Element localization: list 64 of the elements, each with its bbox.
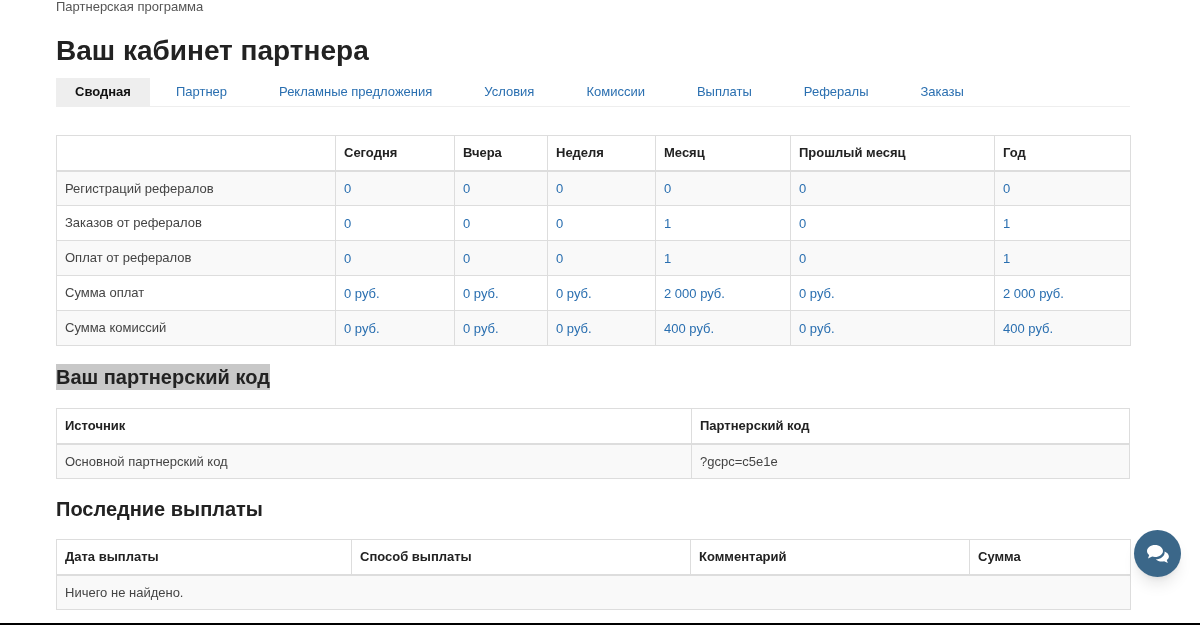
stat-link[interactable]: 400 руб. xyxy=(1003,321,1054,336)
table-cell: Основной партнерский код xyxy=(56,443,692,479)
row-label: Сумма оплат xyxy=(56,275,336,311)
section-heading: Ваш партнерский код xyxy=(56,364,270,390)
stat-link[interactable]: 0 xyxy=(463,251,471,266)
stat-link[interactable]: 0 xyxy=(1003,181,1011,197)
row-label: Регистраций рефералов xyxy=(56,170,336,206)
chat-button[interactable] xyxy=(1134,530,1181,577)
stat-link[interactable]: 0 xyxy=(799,181,807,197)
stat-link[interactable]: 1 xyxy=(664,251,672,266)
stat-link[interactable]: 0 xyxy=(556,216,564,231)
tab[interactable]: Выплаты xyxy=(670,78,778,106)
tab[interactable]: Рекламные предложения xyxy=(253,78,459,106)
row-label: Сумма комиссий xyxy=(56,310,336,346)
column-header: Комментарий xyxy=(690,539,970,575)
stat-link[interactable]: 0 xyxy=(463,216,471,231)
table-cell: ?gcpc=c5e1e xyxy=(691,443,1130,479)
stat-link[interactable]: 0 руб. xyxy=(556,286,592,301)
stat-link[interactable]: 0 xyxy=(344,216,352,231)
tab[interactable]: Заказы xyxy=(894,78,990,106)
stat-link[interactable]: 0 xyxy=(344,251,352,266)
column-header: Источник xyxy=(56,408,692,444)
column-header: Способ выплаты xyxy=(351,539,691,575)
tab[interactable]: Комиссии xyxy=(560,78,671,106)
stat-link[interactable]: 0 руб. xyxy=(556,321,592,336)
stat-link[interactable]: 0 руб. xyxy=(344,321,380,336)
column-header: Партнерский код xyxy=(691,408,1130,444)
stat-link[interactable]: 0 руб. xyxy=(799,286,835,301)
tab[interactable]: Сводная xyxy=(56,78,150,106)
page-title: Ваш кабинет партнера xyxy=(56,34,370,68)
column-header: Дата выплаты xyxy=(56,539,352,575)
stat-link[interactable]: 0 xyxy=(463,181,471,197)
stat-link[interactable]: 0 xyxy=(799,216,807,231)
stat-link[interactable]: 400 руб. xyxy=(664,321,715,336)
stat-link[interactable]: 1 xyxy=(1003,216,1011,231)
stat-link[interactable]: 2 000 руб. xyxy=(664,286,725,301)
stat-link[interactable]: 1 xyxy=(1003,251,1011,266)
stat-link[interactable]: 0 xyxy=(556,251,564,266)
tab[interactable]: Рефералы xyxy=(777,78,895,106)
stat-link[interactable]: 0 руб. xyxy=(344,286,380,301)
row-label: Оплат от рефералов xyxy=(56,240,336,276)
stat-link[interactable]: 0 xyxy=(556,181,564,197)
breadcrumb: Партнерская программа xyxy=(56,0,205,14)
tab[interactable]: Условия xyxy=(458,78,561,106)
column-header: Месяц xyxy=(655,135,791,171)
chat-bubbles-icon xyxy=(1145,543,1170,564)
stat-link[interactable]: 2 000 руб. xyxy=(1003,286,1064,301)
tab[interactable]: Партнер xyxy=(149,78,254,106)
empty-message: Ничего не найдено. xyxy=(56,574,1131,610)
section-heading: Последние выплаты xyxy=(56,497,264,522)
column-header: Вчера xyxy=(454,135,548,171)
stat-link[interactable]: 0 xyxy=(799,251,807,266)
stat-link[interactable]: 1 xyxy=(664,216,672,231)
stat-link[interactable]: 0 руб. xyxy=(463,321,499,336)
stat-link[interactable]: 0 руб. xyxy=(463,286,499,301)
row-label: Заказов от рефералов xyxy=(56,205,336,241)
column-header: Прошлый месяц xyxy=(790,135,995,171)
column-header: Сегодня xyxy=(335,135,455,171)
stat-link[interactable]: 0 xyxy=(664,181,672,197)
column-header: Неделя xyxy=(547,135,656,171)
column-header: Сумма xyxy=(969,539,1131,575)
stat-link[interactable]: 0 xyxy=(344,181,352,197)
column-header: Год xyxy=(994,135,1131,171)
stat-link[interactable]: 0 руб. xyxy=(799,321,835,336)
